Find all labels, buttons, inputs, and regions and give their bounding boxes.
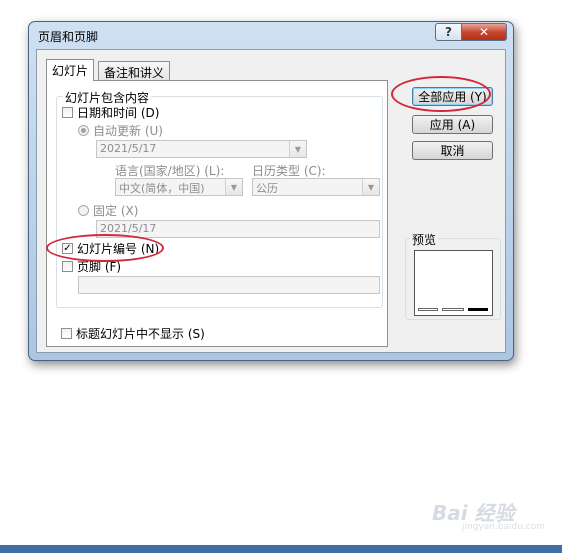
hide-on-title-label: 标题幻灯片中不显示 (S) (76, 327, 205, 341)
baidu-watermark-url: jingyan.baidu.com (462, 522, 546, 532)
preview-date-placeholder (418, 308, 438, 311)
language-label: 语言(国家/地区) (L): (115, 164, 225, 178)
slide-number-row[interactable]: ✓ 幻灯片编号 (N) (62, 240, 159, 257)
close-icon: ✕ (478, 25, 490, 39)
slide-number-checkbox[interactable]: ✓ (62, 243, 73, 254)
apply-all-label: 全部应用 (Y) (418, 90, 487, 104)
hide-on-title-row[interactable]: 标题幻灯片中不显示 (S) (61, 325, 205, 342)
fixed-row[interactable]: 固定 (X) (78, 202, 138, 219)
preview-slide (414, 250, 493, 316)
tab-notes-label: 备注和讲义 (104, 66, 165, 80)
apply-all-button[interactable]: 全部应用 (Y) (412, 87, 493, 106)
footer-label: 页脚 (F) (77, 260, 122, 274)
date-time-row[interactable]: 日期和时间 (D) (62, 104, 159, 121)
include-on-slide-group: 幻灯片包含内容 日期和时间 (D) 自动更新 (U) 2021/5/17 ▼ 语… (56, 89, 383, 308)
tab-slide[interactable]: 幻灯片 (46, 59, 95, 81)
date-time-label: 日期和时间 (D) (77, 106, 160, 120)
fixed-label: 固定 (X) (93, 204, 139, 218)
dialog-title: 页眉和页脚 (38, 30, 99, 44)
footer-checkbox[interactable] (62, 261, 73, 272)
screenshot-canvas: 页眉和页脚 ? ✕ 幻灯片 备注和讲义 幻灯片包含内容 日期和时间 (D) 自动… (0, 0, 562, 553)
language-value: 中文(简体，中国) (119, 182, 205, 195)
preview-number-placeholder (468, 308, 488, 311)
preview-footer-placeholder (442, 308, 464, 311)
hide-on-title-checkbox[interactable] (61, 328, 72, 339)
help-button[interactable]: ? (435, 23, 462, 41)
tab-slide-label: 幻灯片 (52, 64, 89, 78)
apply-label: 应用 (A) (429, 118, 476, 132)
preview-legend: 预览 (410, 231, 439, 248)
calendar-value: 公历 (256, 182, 278, 195)
calendar-type-label: 日历类型 (C): (252, 164, 326, 178)
auto-update-row[interactable]: 自动更新 (U) (78, 122, 163, 139)
cancel-label: 取消 (440, 144, 465, 158)
apply-button[interactable]: 应用 (A) (412, 115, 493, 134)
slide-tab-panel: 幻灯片包含内容 日期和时间 (D) 自动更新 (U) 2021/5/17 ▼ 语… (46, 80, 388, 347)
help-icon: ? (445, 25, 452, 39)
footer-text-field[interactable] (78, 276, 380, 294)
header-footer-dialog: 页眉和页脚 ? ✕ 幻灯片 备注和讲义 幻灯片包含内容 日期和时间 (D) 自动… (28, 21, 514, 361)
auto-update-radio[interactable] (78, 125, 89, 136)
taskbar-strip (0, 545, 562, 553)
checkmark-icon: ✓ (63, 242, 72, 254)
language-combo[interactable]: 中文(简体，中国) ▼ (115, 178, 243, 196)
dialog-client-area: 幻灯片 备注和讲义 幻灯片包含内容 日期和时间 (D) 自动更新 (U) 202… (36, 49, 506, 353)
chevron-down-icon[interactable]: ▼ (289, 141, 306, 157)
fixed-date-field[interactable]: 2021/5/17 (96, 220, 380, 238)
chevron-down-icon[interactable]: ▼ (362, 179, 379, 195)
footer-row[interactable]: 页脚 (F) (62, 258, 121, 275)
fixed-radio[interactable] (78, 205, 89, 216)
calendar-type-combo[interactable]: 公历 ▼ (252, 178, 380, 196)
radio-selected-dot (81, 128, 86, 133)
slide-number-label: 幻灯片编号 (N) (77, 242, 160, 256)
auto-update-label: 自动更新 (U) (93, 124, 163, 138)
auto-date-value: 2021/5/17 (100, 142, 157, 155)
auto-date-combo[interactable]: 2021/5/17 ▼ (96, 140, 307, 158)
tab-notes-handouts[interactable]: 备注和讲义 (98, 61, 171, 81)
preview-group: 预览 (405, 231, 501, 320)
chevron-down-icon[interactable]: ▼ (225, 179, 242, 195)
fixed-date-value: 2021/5/17 (100, 222, 157, 235)
close-button[interactable]: ✕ (461, 23, 507, 41)
date-time-checkbox[interactable] (62, 107, 73, 118)
cancel-button[interactable]: 取消 (412, 141, 493, 160)
